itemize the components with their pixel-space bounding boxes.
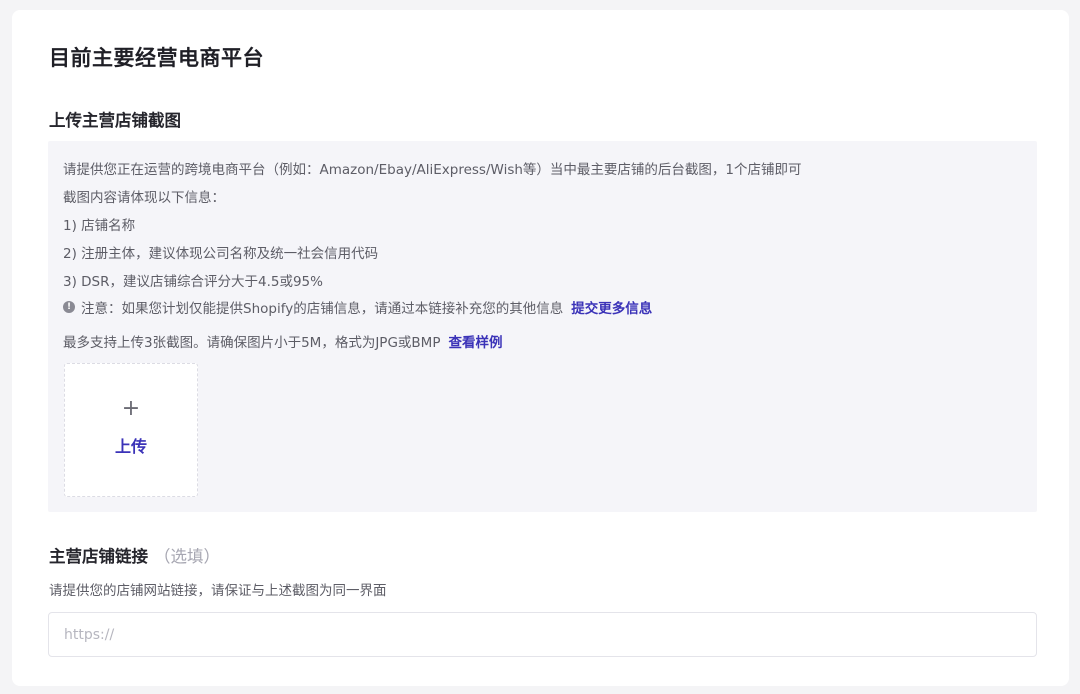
plus-icon: + [121,396,141,421]
optional-tag: （选填） [154,547,220,566]
submit-more-info-link[interactable]: 提交更多信息 [571,297,652,317]
store-link-hint: 请提供您的店铺网站链接，请保证与上述截图为同一界面 [49,583,387,599]
notice-line: ! 注意：如果您计划仅能提供Shopify的店铺信息，请通过本链接补充您的其他信… [63,297,652,317]
notice-text: 注意：如果您计划仅能提供Shopify的店铺信息，请通过本链接补充您的其他信息 [81,301,564,317]
view-example-link[interactable]: 查看样例 [448,335,502,351]
upload-limit-line: 最多支持上传3张截图。请确保图片小于5M，格式为JPG或BMP 查看样例 [63,331,502,351]
instruction-line: 1) 店铺名称 [63,218,136,234]
instruction-line: 截图内容请体现以下信息： [63,190,225,206]
page-title: 目前主要经营电商平台 [49,46,264,70]
info-icon: ! [63,301,75,313]
upload-limit-text: 最多支持上传3张截图。请确保图片小于5M，格式为JPG或BMP [63,335,441,351]
form-card: 目前主要经营电商平台 上传主营店铺截图 请提供您正在运营的跨境电商平台（例如：A… [12,10,1069,686]
screenshot-info-box: 请提供您正在运营的跨境电商平台（例如：Amazon/Ebay/AliExpres… [48,141,1037,512]
store-url-input[interactable] [48,612,1037,657]
upload-label: 上传 [114,437,147,456]
instruction-line: 3) DSR，建议店铺综合评分大于4.5或95% [63,274,323,290]
screenshot-section-title: 上传主营店铺截图 [49,111,181,130]
instruction-line: 请提供您正在运营的跨境电商平台（例如：Amazon/Ebay/AliExpres… [63,162,802,178]
store-link-title: 主营店铺链接 [49,547,148,566]
upload-button[interactable]: + 上传 [64,363,198,497]
store-link-section-title: 主营店铺链接 （选填） [49,543,220,567]
instruction-line: 2) 注册主体，建议体现公司名称及统一社会信用代码 [63,246,379,262]
